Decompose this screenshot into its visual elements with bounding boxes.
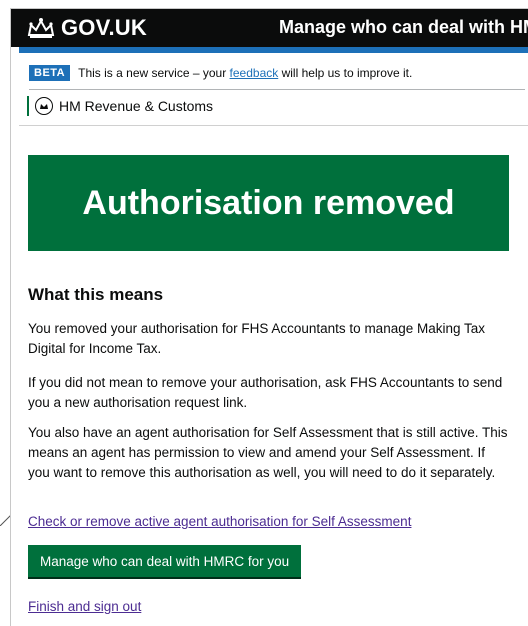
header-blue-bar — [19, 47, 528, 53]
confirmation-panel: Authorisation removed — [28, 155, 509, 251]
paragraph-self-assessment: You also have an agent authorisation for… — [28, 425, 508, 480]
hmrc-crest-icon — [35, 97, 53, 115]
govuk-logo-text[interactable]: GOV.UK — [61, 15, 147, 41]
paragraph-removed: You removed your authorisation for FHS A… — [28, 321, 486, 356]
beta-tag: BETA — [29, 65, 71, 81]
manage-hmrc-button[interactable]: Manage who can deal with HMRC for you — [28, 545, 302, 577]
organisation-divider — [19, 125, 528, 126]
organisation-banner: HM Revenue & Customs — [27, 95, 213, 117]
service-name[interactable]: Manage who can deal with HMRC — [279, 17, 528, 38]
confirmation-title: Authorisation removed — [82, 183, 455, 222]
section-heading: What this means — [28, 285, 164, 304]
govuk-header: GOV.UK Manage who can deal with HMRC — [11, 9, 528, 47]
organisation-colour-bar — [27, 96, 29, 116]
paragraph-not-mean: If you did not mean to remove your autho… — [28, 375, 503, 410]
phase-banner-text: This is a new service – your feedback wi… — [78, 66, 412, 80]
phase-banner-text-before: This is a new service – your — [78, 66, 227, 80]
crown-icon — [27, 18, 55, 38]
feedback-link[interactable]: feedback — [230, 66, 279, 80]
phase-banner: BETA This is a new service – your feedba… — [29, 63, 412, 83]
organisation-name: HM Revenue & Customs — [59, 98, 214, 114]
browser-page: GOV.UK Manage who can deal with HMRC BET… — [10, 8, 528, 626]
phase-banner-text-after: will help us to improve it. — [281, 66, 413, 80]
phase-banner-divider — [29, 89, 525, 90]
finish-sign-out-link[interactable]: Finish and sign out — [28, 599, 141, 614]
check-self-assessment-link[interactable]: Check or remove active agent authorisati… — [28, 514, 411, 529]
